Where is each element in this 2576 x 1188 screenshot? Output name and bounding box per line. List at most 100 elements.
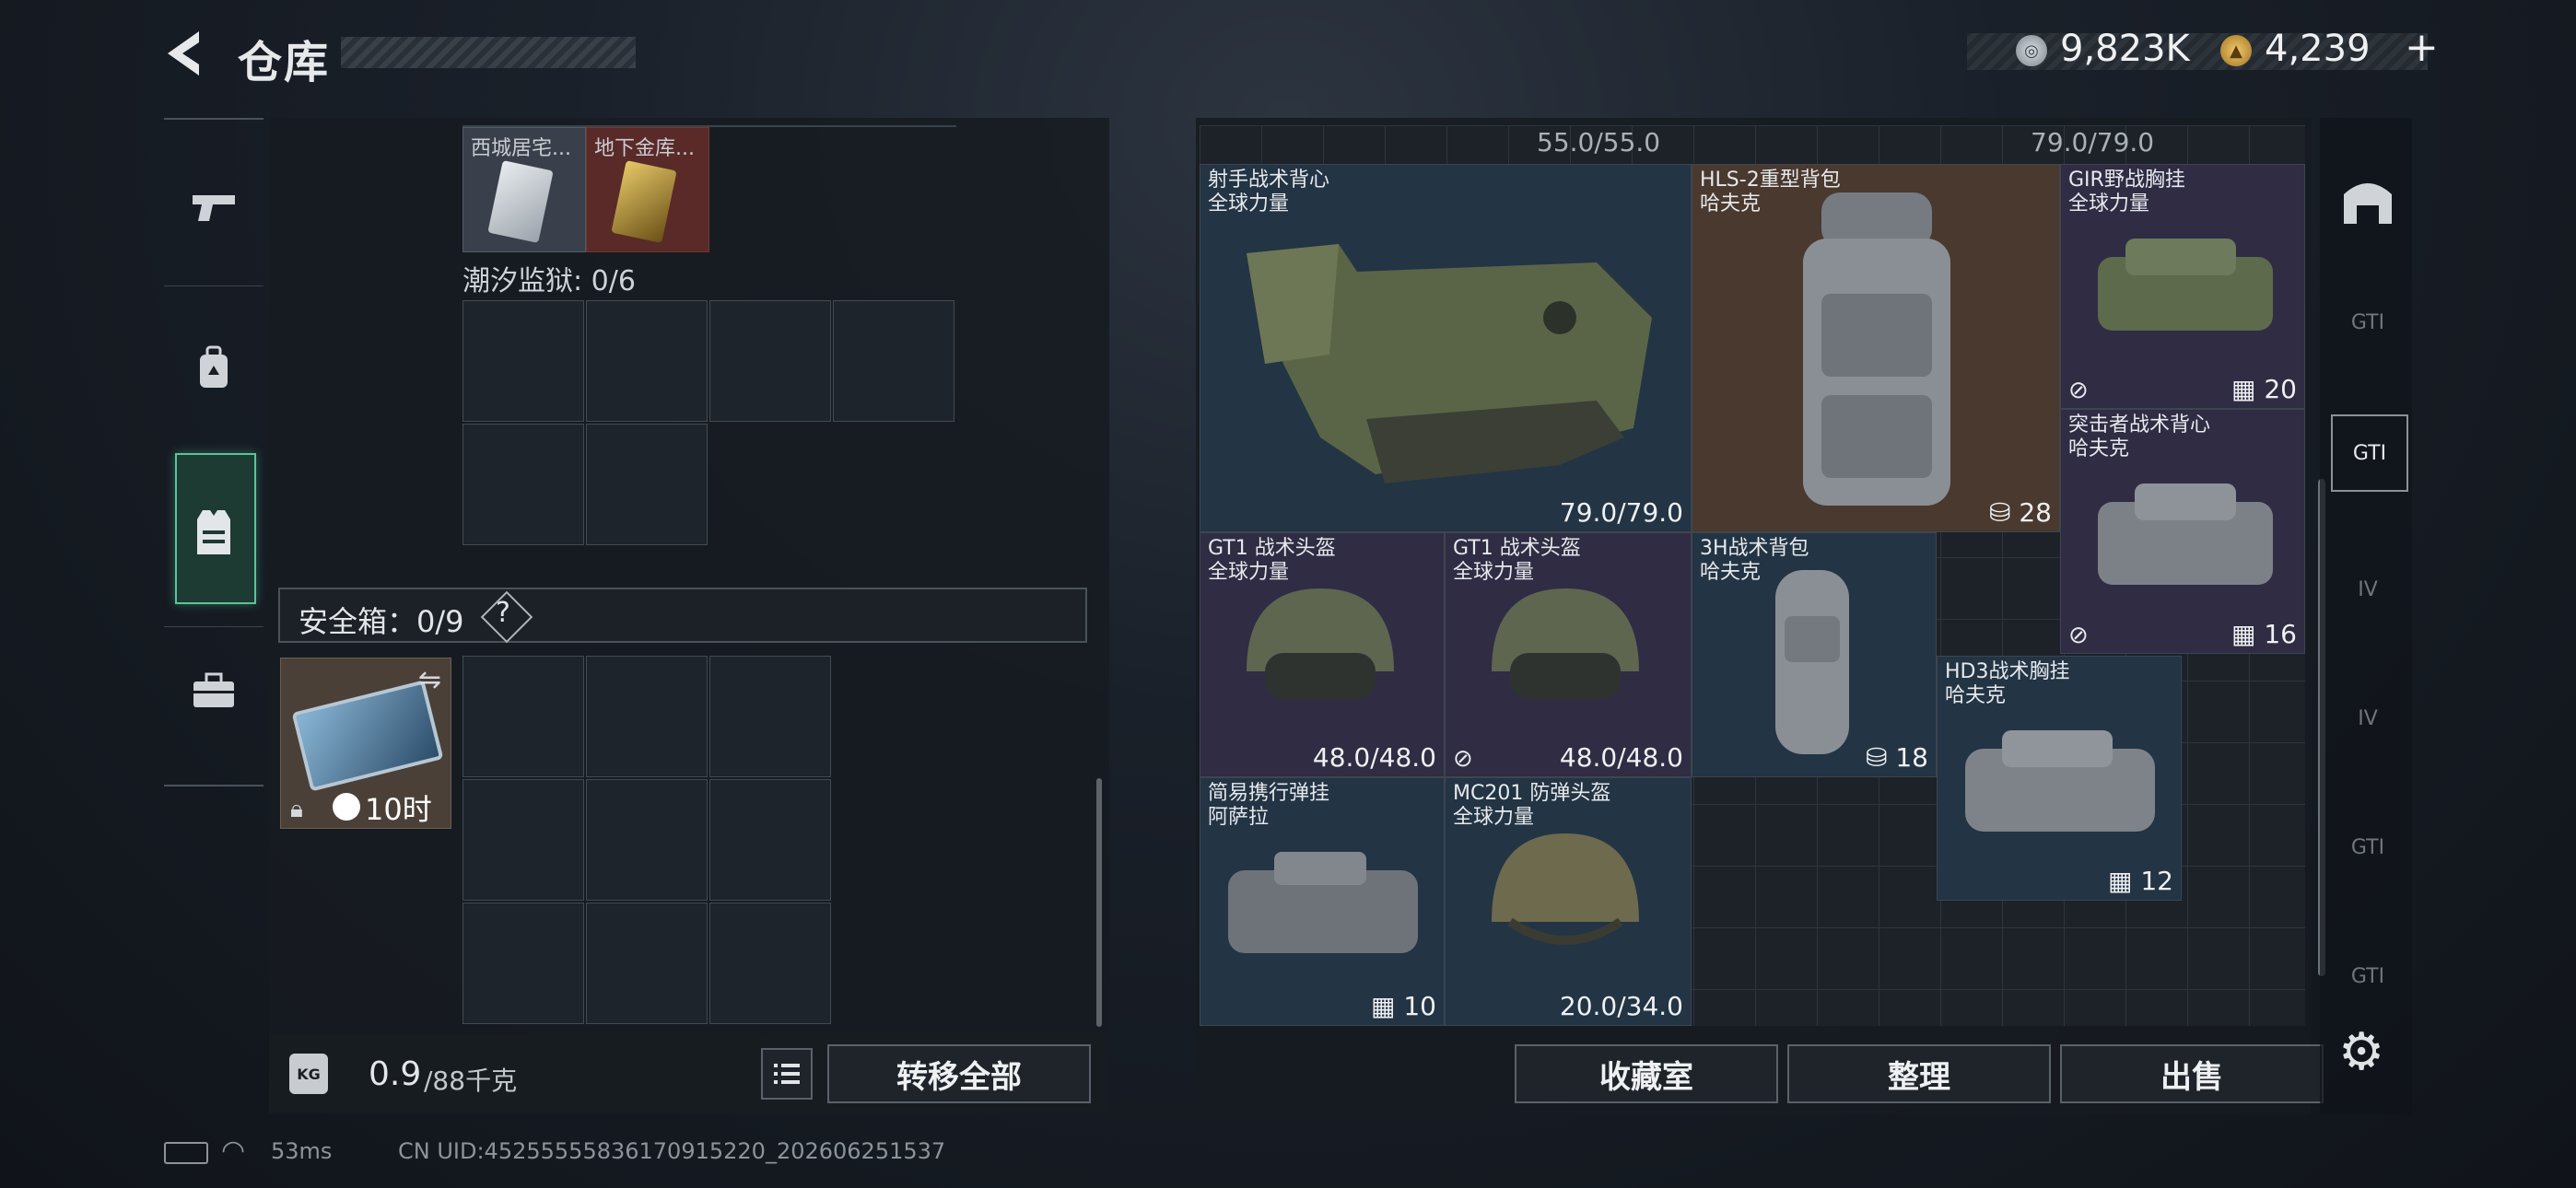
- nav-weapons[interactable]: [164, 162, 263, 254]
- safe-box-label: 安全箱：0/9: [299, 604, 464, 639]
- no-insure-icon: ⊘: [2068, 377, 2089, 404]
- case-time-remaining: 10时: [365, 792, 432, 827]
- silver-currency-value: 9,823K: [2060, 28, 2190, 70]
- nav-vests[interactable]: [164, 486, 263, 578]
- right-nav-item-active[interactable]: GTI: [2331, 414, 2408, 492]
- chest-rig-art: [2098, 239, 2273, 331]
- stash-item-helmet[interactable]: GT1 战术头盔 全球力量 48.0/48.0: [1200, 532, 1445, 777]
- item-name: 简易携行弹挂 阿萨拉: [1208, 782, 1330, 829]
- helmet-art: [1492, 588, 1639, 699]
- tide-prison-label: 潮汐监狱: 0/6: [463, 265, 636, 297]
- key-item[interactable]: 地下金库...: [586, 127, 709, 252]
- briefcase-icon: [193, 672, 234, 707]
- item-capacity: ⛁ 28: [1988, 497, 2052, 528]
- right-nav-item[interactable]: IV: [2331, 553, 2405, 626]
- slot[interactable]: [463, 779, 584, 901]
- collection-room-button[interactable]: 收藏室: [1515, 1044, 1778, 1103]
- list-icon: [774, 1064, 800, 1084]
- slot[interactable]: [709, 903, 831, 1024]
- back-arrow-icon[interactable]: [162, 28, 208, 79]
- slot[interactable]: [709, 300, 831, 422]
- stash-item-backpack[interactable]: 3H战术背包 哈夫克 ⛁ 18: [1692, 532, 1937, 777]
- battery-icon: [164, 1142, 208, 1164]
- item-capacity: ▦ 10: [1371, 991, 1436, 1021]
- vest-art: [1247, 244, 1652, 483]
- help-text: ?: [496, 597, 510, 629]
- right-nav-item[interactable]: GTI: [2331, 939, 2405, 1013]
- silver-coin-icon: ◎: [2016, 35, 2047, 66]
- slot[interactable]: [833, 300, 954, 422]
- item-durability: 20.0/34.0: [1559, 991, 1683, 1021]
- slot[interactable]: [463, 903, 584, 1024]
- slot[interactable]: [586, 903, 708, 1024]
- slot[interactable]: [709, 656, 831, 777]
- nav-divider: [164, 626, 263, 627]
- right-nav-item[interactable]: GTI: [2331, 285, 2405, 359]
- vest-icon: [197, 510, 230, 554]
- container-capacity: 79.0/79.0: [2031, 127, 2155, 157]
- ping-text: 53ms: [271, 1138, 333, 1164]
- organize-button[interactable]: 整理: [1787, 1044, 2051, 1103]
- weight-kg-icon: KG: [289, 1054, 328, 1094]
- key-card-art: [487, 160, 554, 243]
- slot[interactable]: [463, 300, 584, 422]
- slot[interactable]: [586, 656, 708, 777]
- slot[interactable]: [586, 424, 708, 545]
- item-capacity: ⛁ 18: [1865, 742, 1928, 773]
- right-nav-base[interactable]: [2331, 162, 2405, 236]
- stash-item-backpack[interactable]: HLS-2重型背包 哈夫克 ⛁ 28: [1692, 164, 2060, 532]
- stash-item-tactical-vest[interactable]: 突击者战术背心 哈夫克 ⊘ ▦ 16: [2060, 409, 2305, 654]
- item-capacity: ▦ 16: [2231, 619, 2297, 649]
- list-view-button[interactable]: [761, 1048, 813, 1100]
- backpack-icon: [200, 345, 228, 388]
- nav-backpacks[interactable]: [164, 322, 263, 414]
- key-item[interactable]: 西城居宅...: [463, 127, 586, 252]
- container-capacity: 55.0/55.0: [1537, 127, 1661, 157]
- lock-icon: 🔒︎: [290, 796, 303, 823]
- clock-icon: [333, 793, 360, 821]
- slot[interactable]: [463, 656, 584, 777]
- transfer-all-button[interactable]: 转移全部: [827, 1044, 1091, 1103]
- right-nav-item[interactable]: GTI: [2331, 810, 2405, 884]
- item-name: 射手战术背心 全球力量: [1208, 169, 1330, 215]
- settings-gear-icon[interactable]: ⚙: [2338, 1022, 2384, 1082]
- gold-currency-value: 4,239: [2265, 28, 2371, 70]
- helmet-art: [1247, 588, 1394, 699]
- no-insure-icon: ⊘: [2068, 622, 2089, 649]
- stash-item-vest[interactable]: 射手战术背心 全球力量 79.0/79.0: [1200, 164, 1692, 532]
- tactical-vest-art: [2098, 483, 2273, 585]
- nav-cases[interactable]: [164, 645, 263, 737]
- left-scrollbar[interactable]: [1096, 778, 1102, 1027]
- item-durability: 79.0/79.0: [1559, 497, 1683, 528]
- stash-item-chest-rig[interactable]: HD3战术胸挂 哈夫克 ▦ 12: [1937, 656, 2182, 901]
- page-title: 仓库: [238, 37, 331, 88]
- slot[interactable]: [463, 424, 584, 545]
- item-name: HD3战术胸挂 哈夫克: [1945, 660, 2070, 707]
- weight-value: 0.9: [369, 1055, 422, 1093]
- chest-rig-art: [1965, 730, 2155, 832]
- key-card-art: [611, 160, 677, 243]
- item-durability: 48.0/48.0: [1559, 742, 1683, 773]
- wifi-icon: ◠: [221, 1135, 246, 1167]
- right-nav-item[interactable]: IV: [2331, 681, 2405, 755]
- add-currency-button[interactable]: +: [2405, 24, 2439, 71]
- slot[interactable]: [586, 300, 708, 422]
- item-capacity: ▦ 20: [2231, 374, 2297, 404]
- stash-item-helmet[interactable]: MC201 防弹头盔 全球力量 20.0/34.0: [1445, 777, 1692, 1026]
- stash-item-chest-rig[interactable]: GIR野战胸挂 全球力量 ⊘ ▦ 20: [2060, 164, 2305, 409]
- item-durability: 48.0/48.0: [1312, 742, 1436, 773]
- item-name: 突击者战术背心 哈夫克: [2068, 413, 2211, 460]
- slot[interactable]: [709, 779, 831, 901]
- stash-item-ammo-rig[interactable]: 简易携行弹挂 阿萨拉 ▦ 10: [1200, 777, 1445, 1026]
- weight-max: /88千克: [424, 1066, 518, 1096]
- safe-case-art: [291, 680, 444, 792]
- slot[interactable]: [586, 779, 708, 901]
- key-name: 地下金库...: [594, 137, 695, 160]
- backpack-art: [1775, 570, 1849, 754]
- sell-button[interactable]: 出售: [2060, 1044, 2324, 1103]
- item-capacity: ▦ 12: [2108, 866, 2173, 896]
- key-name: 西城居宅...: [471, 137, 571, 160]
- item-name: GIR野战胸挂 全球力量: [2068, 169, 2185, 215]
- swap-icon[interactable]: ⇋: [418, 664, 441, 696]
- stash-item-helmet[interactable]: GT1 战术头盔 全球力量 ⊘ 48.0/48.0: [1445, 532, 1692, 777]
